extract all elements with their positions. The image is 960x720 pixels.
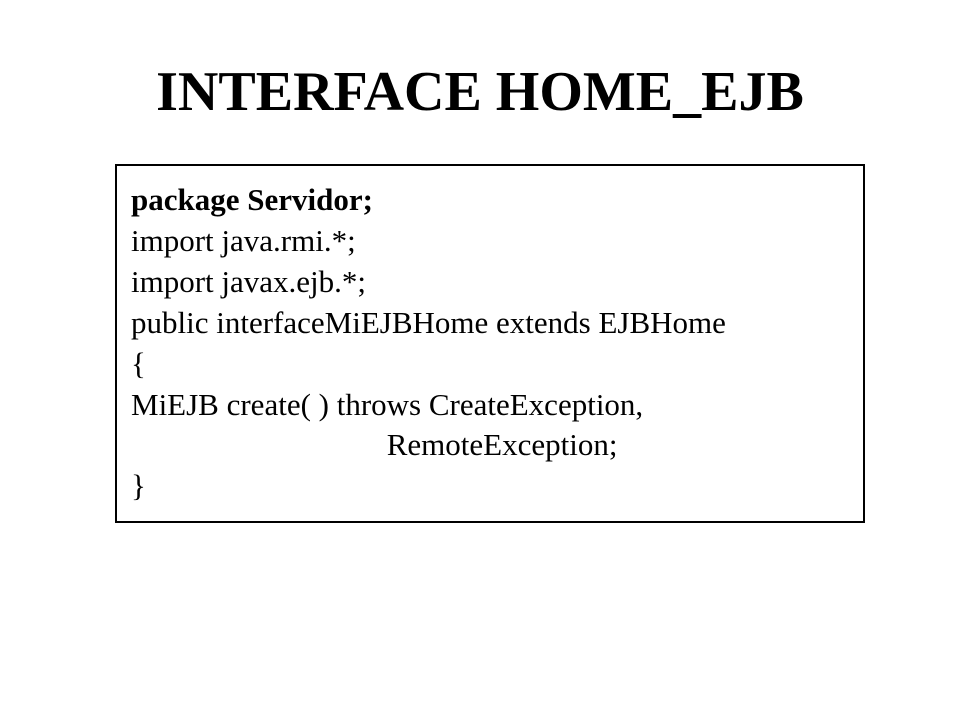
code-line-import1: import java.rmi.*; bbox=[131, 221, 853, 262]
code-line-import2: import javax.ejb.*; bbox=[131, 262, 853, 303]
code-line-close-brace: } bbox=[131, 466, 853, 507]
code-line-method1: MiEJB create( ) throws CreateException, bbox=[131, 385, 853, 426]
code-box: package Servidor; import java.rmi.*; imp… bbox=[115, 164, 865, 523]
slide: INTERFACE HOME_EJB package Servidor; imp… bbox=[0, 0, 960, 720]
slide-title: INTERFACE HOME_EJB bbox=[0, 0, 960, 154]
code-line-package: package Servidor; bbox=[131, 180, 853, 221]
code-line-method2: RemoteException; bbox=[131, 425, 853, 466]
code-line-interface: public interfaceMiEJBHome extends EJBHom… bbox=[131, 303, 853, 344]
code-line-open-brace: { bbox=[131, 344, 853, 385]
